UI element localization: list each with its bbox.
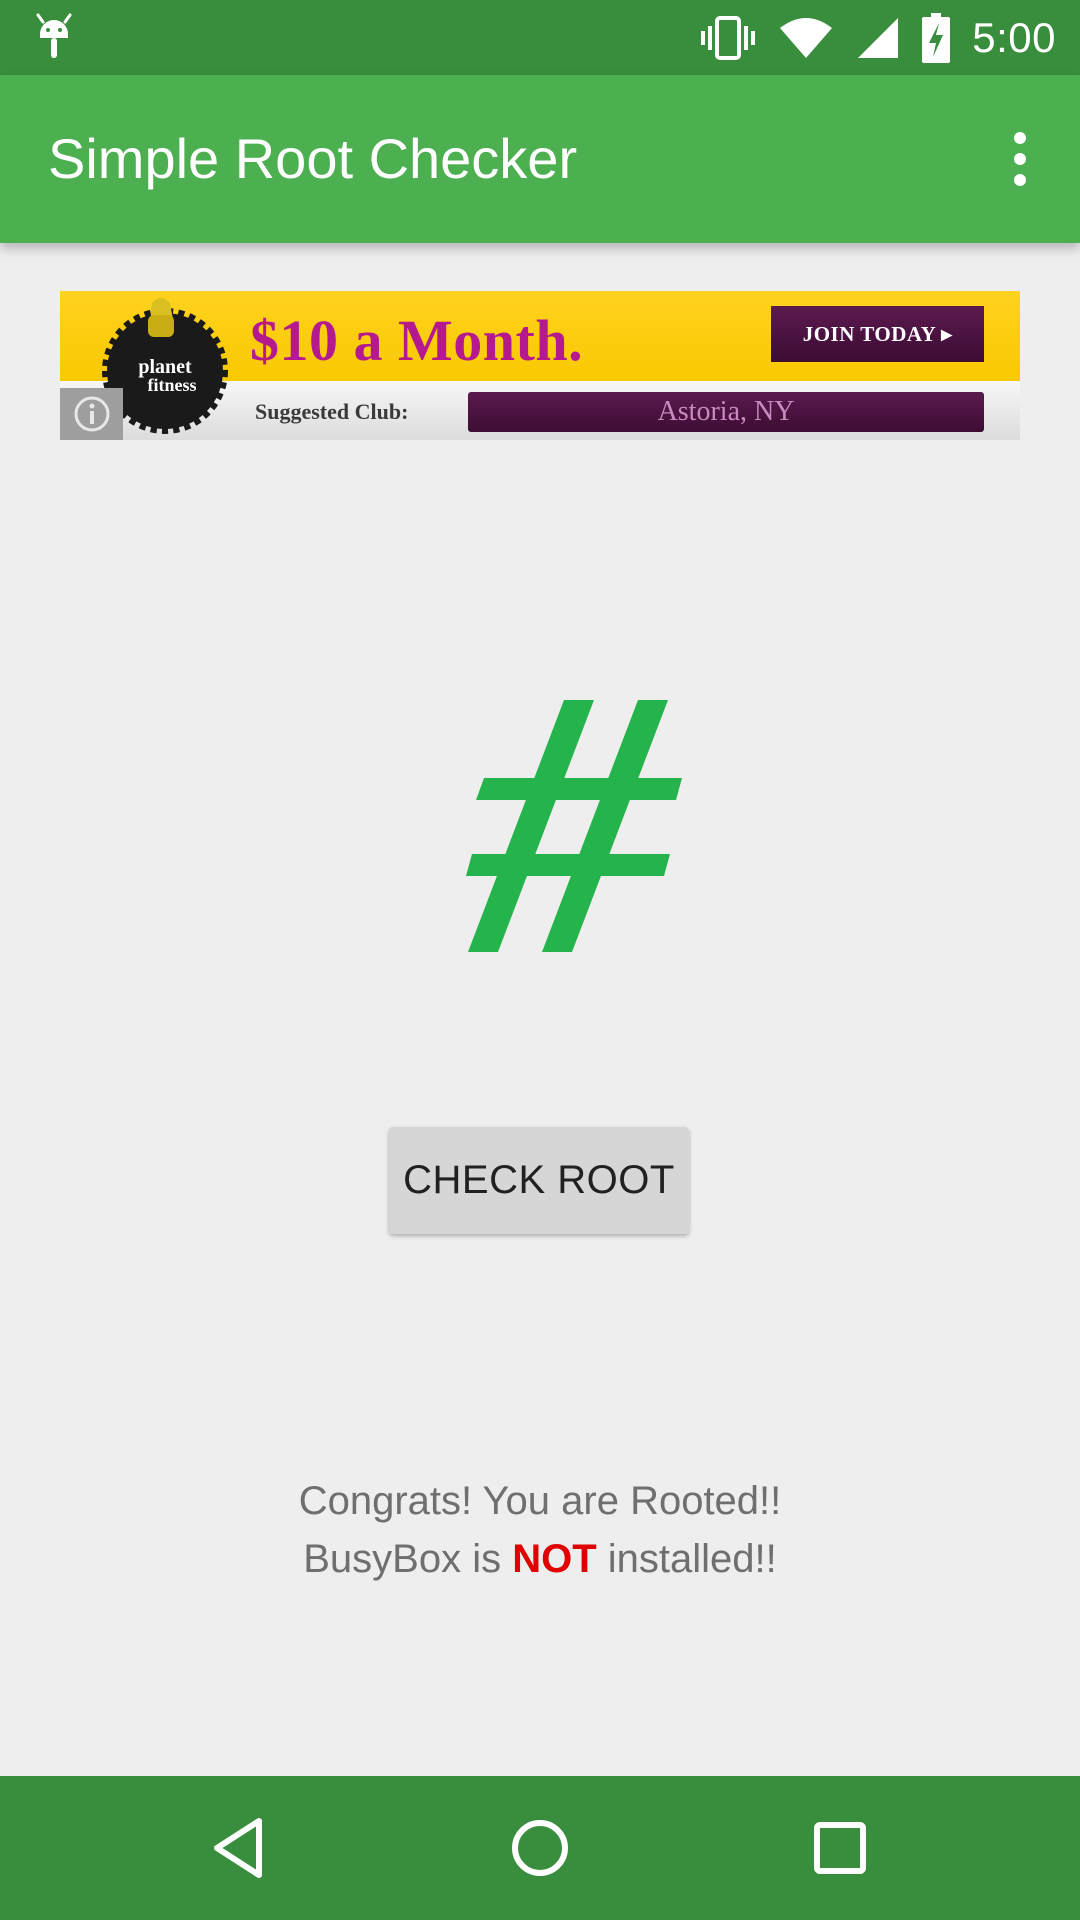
overflow-menu-button[interactable]: [990, 129, 1050, 189]
result-not-highlight: NOT: [512, 1537, 597, 1581]
android-debug-icon: [36, 13, 72, 58]
vibrate-icon: [701, 15, 756, 60]
status-bar: 5:00: [0, 0, 1080, 75]
info-icon: [74, 396, 109, 432]
result-line-busybox: BusyBox is NOT installed!!: [0, 1530, 1080, 1588]
more-vert-icon: [1014, 132, 1026, 144]
battery-charging-icon: [922, 12, 951, 63]
result-line-rooted: Congrats! You are Rooted!!: [298, 1479, 782, 1523]
result-busybox-prefix: BusyBox is: [303, 1537, 513, 1581]
recents-icon: [814, 1822, 866, 1874]
ad-suggested-label: Suggested Club:: [255, 399, 409, 424]
back-button[interactable]: [190, 1798, 290, 1898]
ad-info-button[interactable]: [60, 388, 123, 440]
ad-logo-text-2: fitness: [148, 375, 197, 395]
home-button[interactable]: [490, 1798, 590, 1898]
signal-icon: [858, 17, 899, 58]
hash-icon: [466, 700, 682, 952]
ad-join-today-button[interactable]: JOIN TODAY ▸: [771, 306, 984, 362]
status-icons: 5:00: [700, 0, 1056, 75]
wifi-icon: [780, 17, 833, 58]
recents-button[interactable]: [790, 1798, 890, 1898]
home-icon: [512, 1820, 568, 1876]
app-bar: Simple Root Checker: [0, 75, 1080, 243]
ad-location-select[interactable]: Astoria, NY: [468, 392, 984, 432]
app-title: Simple Root Checker: [48, 127, 578, 190]
status-time: 5:00: [972, 13, 1056, 61]
result-busybox-suffix: installed!!: [596, 1537, 777, 1581]
check-root-button[interactable]: CHECK ROOT: [389, 1127, 689, 1234]
ad-headline: $10 a Month.: [250, 308, 584, 373]
result-text: Congrats! You are Rooted!! BusyBox is NO…: [0, 1472, 1080, 1588]
navigation-bar: [0, 1776, 1080, 1920]
ad-banner[interactable]: $10 a Month. JOIN TODAY ▸ Suggested Club…: [60, 291, 1020, 440]
back-icon: [214, 1818, 262, 1878]
